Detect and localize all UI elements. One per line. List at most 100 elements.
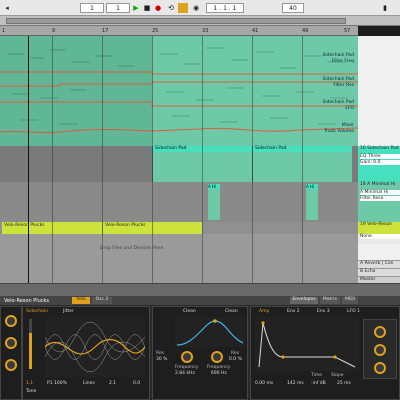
drop-hint: Drop Files and Devices Here [100, 246, 164, 251]
osc-value[interactable]: 0.0 [133, 381, 140, 386]
track-header-master[interactable]: Master [358, 276, 400, 283]
frequency-label: Frequency [175, 365, 199, 370]
osc-type[interactable]: Jitter [63, 309, 74, 314]
arrangement-overview[interactable] [0, 16, 400, 26]
frequency2-knob[interactable] [211, 351, 223, 363]
record-icon[interactable]: ● [153, 3, 163, 13]
env-tab-lfo[interactable]: LFO 1 [347, 309, 360, 314]
env-tab-2[interactable]: Env 2 [287, 309, 300, 314]
automation-label: Mixer [341, 123, 354, 128]
track-name: Master [360, 277, 376, 282]
track-header-hihat[interactable]: 18 A Minimal Hi A Minimal Hi Filter Reso [358, 182, 400, 222]
knob[interactable] [5, 337, 17, 349]
frequency2-value[interactable]: 690 Hz [211, 371, 227, 376]
track-name: 16 Sidechain Pad [360, 146, 399, 151]
osc-value[interactable]: 1.1 [26, 381, 33, 386]
play-icon[interactable]: ▶ [131, 3, 141, 13]
track-header-pad[interactable]: 16 Sidechain Pad EQ Three Gain: 0.0 [358, 146, 400, 182]
tempo-field[interactable]: 1 [80, 3, 104, 13]
device-chooser[interactable]: None [360, 234, 400, 239]
tab-midi[interactable]: MIDI [342, 297, 358, 304]
tab-envelopes[interactable]: Envelopes [290, 297, 318, 304]
session-record-icon[interactable]: ◉ [191, 3, 201, 13]
track-headers: 16 Sidechain Pad EQ Three Gain: 0.0 18 A… [358, 36, 400, 283]
ruler-tick: 25 [152, 28, 159, 34]
env-tab-3[interactable]: Env 3 [317, 309, 330, 314]
ruler-tick: 41 [252, 28, 259, 34]
playhead[interactable] [28, 36, 29, 283]
frequency2-label: Frequency [207, 365, 231, 370]
loop-icon[interactable]: ⟲ [166, 3, 176, 13]
device-view: Velo-Reson Plucks Velo Osc 2 Envelopes M… [0, 296, 400, 400]
automation-label: Filter Res [333, 83, 354, 88]
ruler-tick: 49 [302, 28, 309, 34]
frequency-value[interactable]: 2.84 kHz [175, 371, 195, 376]
clip[interactable]: A Hi [306, 184, 318, 220]
tab-osc2[interactable]: Osc 2 [92, 297, 112, 304]
tab-velo[interactable]: Velo [72, 297, 90, 304]
osc-mode[interactable]: Sidechain [26, 309, 48, 314]
knob[interactable] [374, 344, 386, 356]
env-tab-amp[interactable]: Amp [259, 309, 269, 314]
track-header-pluck-sub[interactable]: None [358, 234, 400, 244]
automation-label: Filter Freq [331, 59, 354, 64]
tab-matrix[interactable]: Matrix [320, 297, 340, 304]
clip[interactable]: A Hi [208, 184, 220, 220]
parameter-chooser[interactable]: Filter Reso [360, 196, 400, 201]
filter-type[interactable]: Clean [183, 309, 196, 314]
env-sustain[interactable]: -inf dB [311, 381, 326, 386]
arrangement-record-button[interactable] [178, 3, 188, 13]
res-value[interactable]: 30 % [156, 357, 167, 362]
clip-title: Velo-Reson Plucks [105, 223, 146, 228]
filter-panel: Clean Clean Res 30 % Frequency 2.84 kHz … [152, 306, 248, 400]
knob[interactable] [5, 359, 17, 371]
filter-curve[interactable] [175, 317, 245, 347]
knob[interactable] [374, 326, 386, 338]
device-chooser[interactable]: EQ Three [360, 154, 400, 159]
level-slider[interactable] [29, 319, 32, 369]
knob[interactable] [374, 362, 386, 374]
env-attack[interactable]: 0.00 ms [255, 381, 273, 386]
env-release[interactable]: 25 ms [337, 381, 351, 386]
res2-value[interactable]: 0.0 % [229, 357, 242, 362]
zoom-field[interactable]: 40 [282, 3, 304, 13]
pad-track-lane[interactable]: Sidechain Pad Sidechain Pad [0, 146, 358, 182]
filter-type[interactable]: Clean [225, 309, 238, 314]
automation-curves[interactable] [0, 36, 358, 146]
waveform-display[interactable] [45, 317, 145, 377]
position-field[interactable]: 1 . 1 . 1 [206, 3, 244, 13]
ruler-tick: 33 [202, 28, 209, 34]
osc-label: Tone [26, 389, 37, 394]
osc-value[interactable]: 2.1 [109, 381, 116, 386]
automation-lanes[interactable]: Sidechain Pad Filter Freq Sidechain Pad … [0, 36, 358, 146]
pluck-track-lane[interactable]: Velo-Reson Plucks Velo-Reson Plucks [0, 222, 358, 234]
knob[interactable] [5, 315, 17, 327]
tap-button[interactable]: ◂ [2, 3, 12, 13]
signature-field[interactable]: 1 [106, 3, 130, 13]
device-chooser[interactable]: A Minimal Hi [360, 190, 400, 195]
osc-value[interactable]: Lines [83, 381, 95, 386]
parameter-chooser[interactable]: Gain: 0.0 [360, 160, 400, 165]
env-decay[interactable]: 142 ms [287, 381, 304, 386]
envelope-display[interactable] [255, 317, 359, 371]
device-title-bar: Velo-Reson Plucks Velo Osc 2 Envelopes M… [0, 296, 400, 305]
osc-detail: P1 100% [47, 381, 67, 386]
automation-label: Track Volume [324, 129, 354, 134]
track-header-echo[interactable]: B Echo [358, 268, 400, 276]
res-label: Res [156, 351, 165, 356]
arrangement-view[interactable]: Sidechain Pad Filter Freq Sidechain Pad … [0, 36, 358, 283]
ruler-tick: 57 [344, 28, 351, 34]
track-header-pluck[interactable]: 19 Velo-Reson [358, 222, 400, 234]
ruler-tick: 9 [52, 28, 56, 34]
envelope-side-controls [363, 319, 397, 379]
frequency-knob[interactable] [181, 351, 193, 363]
track-name: 19 Velo-Reson [360, 222, 393, 227]
oscillator-panel: Sidechain Jitter 1.1 P1 100% Lines 2.1 T… [22, 306, 150, 400]
drop-zone[interactable]: Drop Files and Devices Here [0, 234, 358, 283]
beat-time-ruler[interactable]: 1 9 17 25 33 41 49 57 [0, 26, 358, 36]
ruler-tick: 17 [102, 28, 109, 34]
hihat-track-lane[interactable]: A Hi A Hi [0, 182, 358, 222]
stop-icon[interactable]: ■ [142, 3, 152, 13]
track-header-reverb[interactable]: A Reverb | Con [358, 260, 400, 268]
overview-scroll-region[interactable] [6, 18, 346, 24]
